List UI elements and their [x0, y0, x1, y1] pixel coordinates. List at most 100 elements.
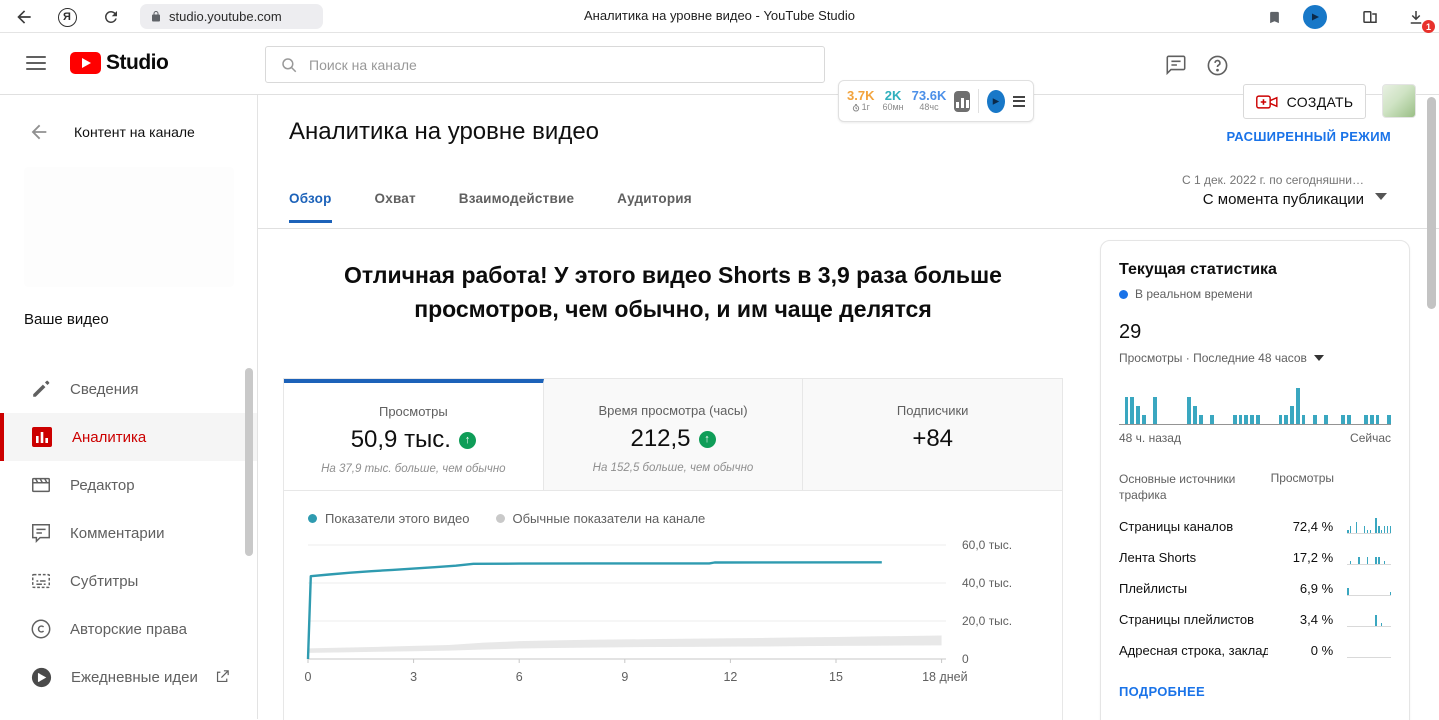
tabs-panel-icon[interactable]: [1358, 5, 1382, 29]
page-content: Контент на канале Ваше видео Сведения Ан…: [0, 95, 1439, 719]
sidebar-item-copyright[interactable]: Авторские права: [0, 605, 257, 653]
youtube-studio-app: Я studio.youtube.com Аналитика на уровне…: [0, 0, 1439, 720]
sidebar-item-daily-ideas[interactable]: Ежедневные идеи: [0, 653, 257, 701]
metric-value: 212,5 ↑: [544, 425, 803, 453]
sidebar-item-details[interactable]: Сведения: [0, 365, 257, 413]
metric-views[interactable]: Просмотры 50,9 тыс. ↑ На 37,9 тыс. больш…: [284, 379, 544, 490]
metric-tabs: Просмотры 50,9 тыс. ↑ На 37,9 тыс. больш…: [284, 379, 1062, 491]
axis-right-label: Сейчас: [1350, 431, 1391, 445]
address-bar[interactable]: studio.youtube.com: [140, 4, 323, 29]
traffic-source-name: Страницы каналов: [1119, 519, 1268, 534]
channel-search[interactable]: [265, 46, 825, 83]
axis-left-label: 48 ч. назад: [1119, 431, 1181, 445]
svg-text:3: 3: [410, 670, 417, 684]
legend-this-video: Показатели этого видео: [308, 511, 470, 526]
metric-label: Время просмотра (часы): [544, 403, 803, 418]
traffic-source-value: 72,4 %: [1268, 519, 1333, 534]
traffic-source-value: 0 %: [1268, 643, 1333, 658]
up-arrow-icon: ↑: [459, 432, 476, 449]
svg-text:60,0 тыс.: 60,0 тыс.: [962, 538, 1012, 552]
daily-ideas-icon: [30, 666, 53, 689]
extension-logo-icon: [1303, 5, 1327, 29]
svg-text:6: 6: [516, 670, 523, 684]
metric-value: +84: [803, 425, 1062, 453]
svg-text:9: 9: [621, 670, 628, 684]
sidebar-item-comments[interactable]: Комментарии: [0, 509, 257, 557]
sidebar-item-editor[interactable]: Редактор: [0, 461, 257, 509]
live-dot-icon: [1119, 290, 1128, 299]
sidebar-item-label: Сведения: [70, 381, 139, 398]
traffic-sparkline: [1347, 518, 1391, 534]
sidebar-item-label: Аналитика: [72, 429, 146, 446]
tabs-divider: [258, 228, 1439, 229]
traffic-sparkline: [1347, 642, 1391, 658]
sidebar-item-label: Ежедневные идеи: [71, 669, 198, 686]
svg-text:0: 0: [962, 652, 969, 666]
traffic-table-header: Основные источники трафика Просмотры: [1119, 471, 1391, 503]
youtube-play-icon: [70, 52, 101, 74]
date-picker-caret-icon[interactable]: [1375, 193, 1387, 200]
realtime-see-more-link[interactable]: ПОДРОБНЕЕ: [1119, 684, 1205, 699]
legend-dot-teal: [308, 514, 317, 523]
svg-text:12: 12: [723, 670, 737, 684]
sidebar-item-analytics[interactable]: Аналитика: [0, 413, 257, 461]
realtime-bar-chart[interactable]: [1119, 387, 1391, 425]
metric-label: Подписчики: [803, 403, 1062, 418]
studio-header: Studio 3.7K 1г 2K 60мн 73.6K 48чс: [0, 33, 1439, 95]
chart-legend: Показатели этого видео Обычные показател…: [308, 511, 1062, 526]
search-input[interactable]: [309, 57, 810, 73]
extension-avatar-icon[interactable]: [1303, 5, 1327, 29]
browser-back-icon[interactable]: [12, 5, 36, 29]
traffic-source-name: Лента Shorts: [1119, 550, 1268, 565]
downloads-badge: 1: [1422, 20, 1435, 33]
tab-overview[interactable]: Обзор: [289, 191, 332, 223]
traffic-row[interactable]: Адресная строка, закладк… 0 %: [1119, 642, 1391, 658]
search-icon: [280, 56, 298, 74]
date-range-text: С 1 дек. 2022 г. по сегодняшни…: [1182, 173, 1364, 187]
live-label: В реальном времени: [1135, 287, 1252, 301]
date-range-picker[interactable]: С 1 дек. 2022 г. по сегодняшни… С момент…: [1182, 173, 1364, 208]
url-text: studio.youtube.com: [169, 9, 282, 24]
traffic-row[interactable]: Страницы каналов 72,4 %: [1119, 518, 1391, 534]
realtime-title: Текущая статистика: [1119, 261, 1391, 279]
tab-audience[interactable]: Аудитория: [617, 191, 692, 223]
traffic-source-value: 6,9 %: [1268, 581, 1333, 596]
realtime-views-value: 29: [1119, 321, 1391, 344]
menu-hamburger-icon[interactable]: [26, 56, 46, 70]
metric-subscribers[interactable]: Подписчики +84: [803, 379, 1062, 490]
metric-value: 50,9 тыс. ↑: [284, 426, 543, 454]
traffic-row[interactable]: Страницы плейлистов 3,4 %: [1119, 611, 1391, 627]
yandex-browser-icon[interactable]: Я: [55, 5, 79, 29]
realtime-axis: 48 ч. назад Сейчас: [1119, 431, 1391, 445]
advanced-mode-link[interactable]: РАСШИРЕННЫЙ РЕЖИМ: [1226, 129, 1391, 144]
help-icon[interactable]: [1204, 52, 1230, 78]
traffic-source-value: 3,4 %: [1268, 612, 1333, 627]
metric-label: Просмотры: [284, 404, 543, 419]
traffic-source-name: Адресная строка, закладк…: [1119, 643, 1268, 658]
sidebar-item-subtitles[interactable]: Субтитры: [0, 557, 257, 605]
refresh-icon[interactable]: [99, 5, 123, 29]
metric-watch-time[interactable]: Время просмотра (часы) 212,5 ↑ На 152,5 …: [544, 379, 804, 490]
comment-icon: [30, 522, 52, 544]
yandex-logo: Я: [58, 8, 77, 27]
views-line-chart[interactable]: 020,0 тыс.40,0 тыс.60,0 тыс.0369121518 д…: [284, 526, 1063, 688]
traffic-row[interactable]: Плейлисты 6,9 %: [1119, 580, 1391, 596]
browser-bar: Я studio.youtube.com Аналитика на уровне…: [0, 0, 1439, 33]
subtitles-icon: [30, 570, 52, 592]
legend-dot-grey: [496, 514, 505, 523]
sidebar-scrollbar[interactable]: [245, 368, 253, 556]
traffic-row[interactable]: Лента Shorts 17,2 %: [1119, 549, 1391, 565]
external-link-icon: [214, 668, 231, 685]
tab-reach[interactable]: Охват: [375, 191, 416, 223]
page-scrollbar[interactable]: [1427, 97, 1436, 309]
youtube-studio-logo[interactable]: Studio: [70, 51, 168, 75]
downloads-icon[interactable]: 1: [1404, 5, 1428, 29]
realtime-views-selector[interactable]: Просмотры · Последние 48 часов: [1119, 351, 1391, 365]
metric-delta: На 152,5 больше, чем обычно: [544, 462, 803, 474]
bookmark-icon[interactable]: [1262, 5, 1286, 29]
feedback-icon[interactable]: [1163, 52, 1189, 78]
metric-delta: На 37,9 тыс. больше, чем обычно: [284, 463, 543, 475]
back-to-channel-content[interactable]: Контент на канале: [28, 121, 195, 143]
sidebar-item-label: Комментарии: [70, 525, 164, 542]
tab-engagement[interactable]: Взаимодействие: [459, 191, 574, 223]
